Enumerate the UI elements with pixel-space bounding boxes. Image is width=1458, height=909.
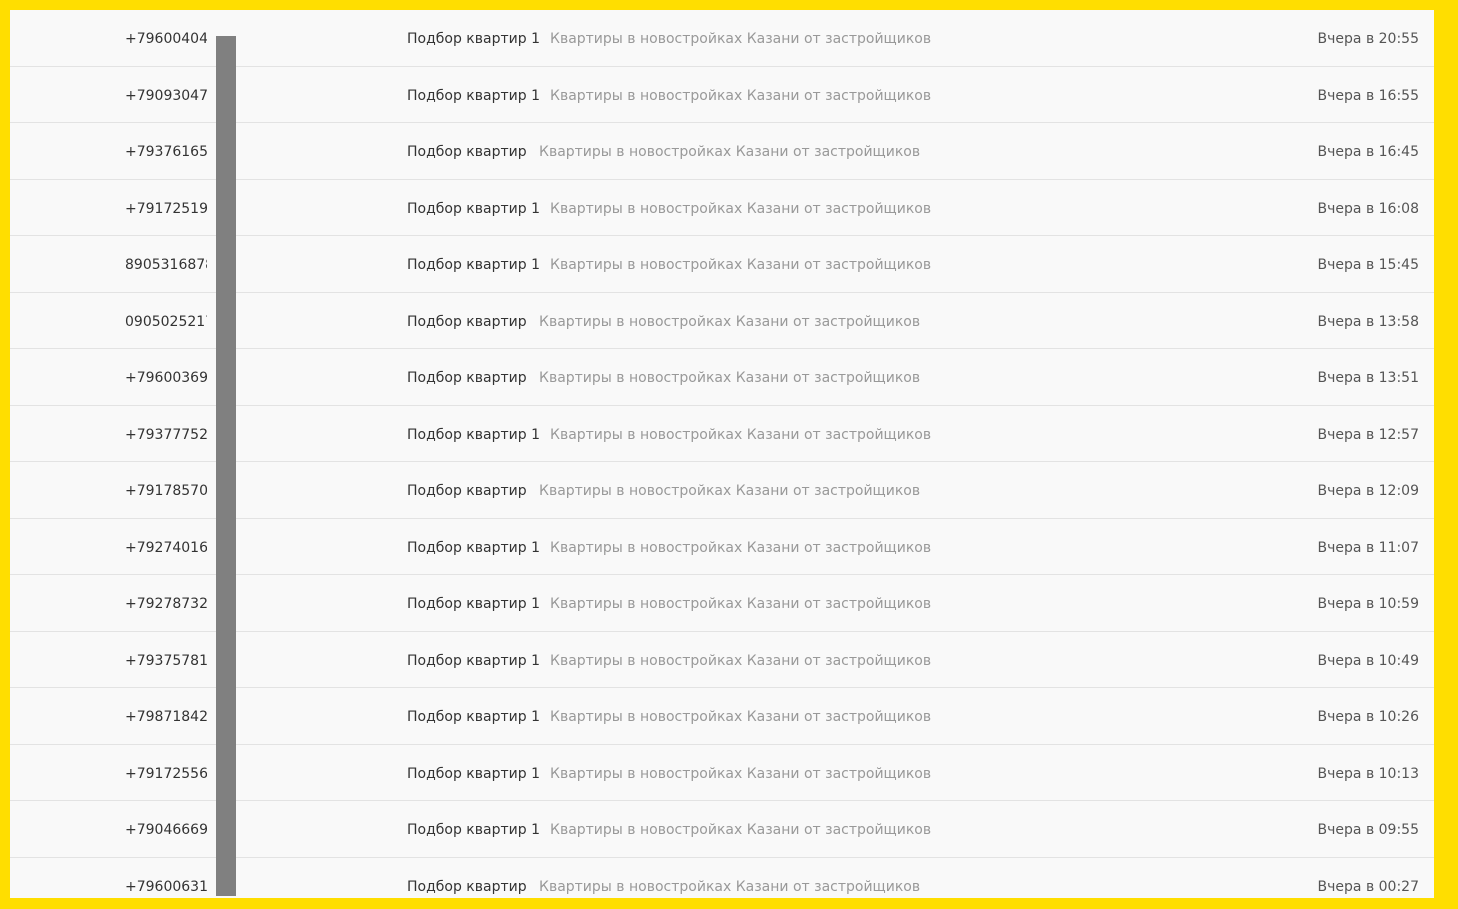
lead-form-name: Подбор квартир: [407, 483, 527, 499]
lead-phone: +790466690: [125, 822, 207, 838]
lead-phone: +793777525: [125, 426, 207, 443]
lead-form-name: Подбор квартир 1: [407, 257, 540, 273]
lead-source: Квартиры в новостройках Казани от застро…: [539, 313, 921, 330]
lead-phone: 0905025217: [125, 313, 207, 330]
lead-form-name: Подбор квартир: [407, 144, 527, 160]
lead-phone: +796006318: [125, 878, 207, 895]
redaction-bar: [216, 36, 236, 896]
lead-phone: +796004043: [125, 31, 207, 47]
lead-source: Квартиры в новостройках Казани от застро…: [539, 483, 921, 499]
lead-phone: +796003697: [125, 370, 207, 386]
lead-time: Вчера в 09:55: [1317, 822, 1419, 838]
lead-form-name: Подбор квартир 1: [407, 426, 540, 443]
lead-form-name: Подбор квартир 1: [407, 200, 540, 217]
lead-form-name: Подбор квартир 1: [407, 596, 540, 612]
lead-time: Вчера в 13:51: [1317, 370, 1419, 386]
lead-time: Вчера в 15:45: [1317, 257, 1419, 273]
leads-panel: +796004043 Подбор квартир 1 Квартиры в н…: [10, 10, 1434, 898]
lead-time: Вчера в 13:58: [1317, 313, 1419, 330]
lead-source: Квартиры в новостройках Казани от застро…: [539, 878, 921, 895]
lead-time: Вчера в 16:08: [1317, 200, 1419, 217]
lead-time: Вчера в 10:49: [1317, 652, 1419, 669]
lead-source: Квартиры в новостройках Казани от застро…: [550, 765, 932, 782]
lead-phone: +790930479: [125, 87, 207, 104]
lead-source: Квартиры в новостройках Казани от застро…: [550, 652, 932, 669]
lead-phone: +791725563: [125, 765, 207, 782]
lead-source: Квартиры в новостройках Казани от застро…: [550, 709, 932, 725]
lead-source: Квартиры в новостройках Казани от застро…: [550, 822, 932, 838]
lead-source: Квартиры в новостройках Казани от застро…: [550, 257, 932, 273]
lead-form-name: Подбор квартир: [407, 370, 527, 386]
lead-phone: +798718427: [125, 709, 207, 725]
lead-phone: +793757815: [125, 652, 207, 669]
lead-time: Вчера в 00:27: [1317, 878, 1419, 895]
lead-form-name: Подбор квартир: [407, 313, 527, 330]
lead-phone: +791785702: [125, 483, 207, 499]
lead-source: Квартиры в новостройках Казани от застро…: [539, 144, 921, 160]
lead-source: Квартиры в новостройках Казани от застро…: [539, 370, 921, 386]
lead-source: Квартиры в новостройках Казани от застро…: [550, 539, 932, 556]
lead-source: Квартиры в новостройках Казани от застро…: [550, 31, 932, 47]
lead-time: Вчера в 12:09: [1317, 483, 1419, 499]
lead-form-name: Подбор квартир 1: [407, 709, 540, 725]
lead-source: Квартиры в новостройках Казани от застро…: [550, 426, 932, 443]
lead-time: Вчера в 16:55: [1317, 87, 1419, 104]
lead-time: Вчера в 10:26: [1317, 709, 1419, 725]
lead-form-name: Подбор квартир 1: [407, 765, 540, 782]
lead-phone: +793761653: [125, 144, 207, 160]
lead-form-name: Подбор квартир 1: [407, 539, 540, 556]
lead-time: Вчера в 10:13: [1317, 765, 1419, 782]
lead-phone: 8905316878: [125, 257, 207, 273]
lead-phone: +792787328: [125, 596, 207, 612]
lead-form-name: Подбор квартир 1: [407, 822, 540, 838]
lead-source: Квартиры в новостройках Казани от застро…: [550, 87, 932, 104]
lead-time: Вчера в 10:59: [1317, 596, 1419, 612]
lead-source: Квартиры в новостройках Казани от застро…: [550, 596, 932, 612]
lead-time: Вчера в 16:45: [1317, 144, 1419, 160]
lead-time: Вчера в 11:07: [1317, 539, 1419, 556]
lead-form-name: Подбор квартир: [407, 878, 527, 895]
lead-form-name: Подбор квартир 1: [407, 652, 540, 669]
lead-form-name: Подбор квартир 1: [407, 31, 540, 47]
lead-phone: +792740162: [125, 539, 207, 556]
lead-source: Квартиры в новостройках Казани от застро…: [550, 200, 932, 217]
lead-phone: +791725193: [125, 200, 207, 217]
lead-time: Вчера в 20:55: [1317, 31, 1419, 47]
lead-time: Вчера в 12:57: [1317, 426, 1419, 443]
lead-form-name: Подбор квартир 1: [407, 87, 540, 104]
